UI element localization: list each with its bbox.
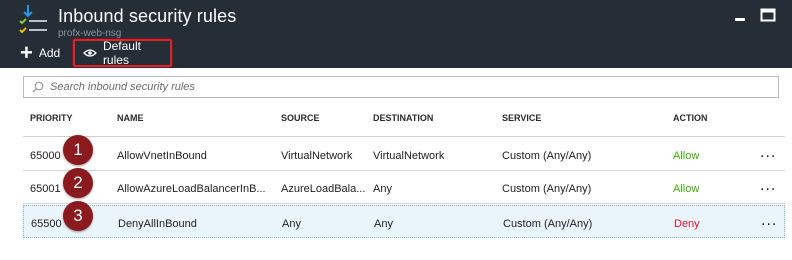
column-header-priority[interactable]: PRIORITY: [30, 113, 73, 123]
callout-badge: 2: [63, 168, 93, 198]
page-subtitle: profx-web-nsg: [58, 28, 122, 39]
default-rules-label: Default rules: [102, 39, 141, 67]
action-cell: Deny: [674, 218, 700, 230]
add-button[interactable]: + Add: [20, 40, 60, 66]
add-button-label: Add: [38, 46, 61, 60]
name-cell: AllowAzureLoadBalancerInB...: [117, 183, 266, 195]
more-options-icon[interactable]: ...: [760, 144, 776, 162]
maximize-icon[interactable]: [760, 8, 776, 22]
page-title: Inbound security rules: [58, 6, 237, 26]
eye-icon: [83, 49, 97, 57]
destination-cell: Any: [373, 183, 392, 195]
service-cell: Custom (Any/Any): [503, 218, 593, 230]
callout-badge: 3: [63, 201, 93, 231]
security-rules-icon: [19, 5, 47, 34]
column-header-action[interactable]: ACTION: [673, 113, 708, 123]
source-cell: AzureLoadBala...: [281, 183, 366, 195]
plus-icon: +: [20, 40, 33, 65]
callout-badge: 1: [63, 135, 93, 165]
priority-cell: 65001: [30, 183, 61, 195]
header-divider: [23, 136, 785, 137]
destination-cell: Any: [374, 218, 393, 230]
more-options-icon[interactable]: ...: [760, 177, 776, 195]
source-cell: Any: [282, 218, 301, 230]
search-box[interactable]: [23, 76, 779, 98]
source-cell: VirtualNetwork: [281, 150, 353, 162]
inbound-security-rules-blade: Inbound security rules profx-web-nsg + A…: [0, 0, 792, 260]
service-cell: Custom (Any/Any): [502, 183, 592, 195]
blade-header: Inbound security rules profx-web-nsg + A…: [0, 0, 792, 68]
name-cell: AllowVnetInBound: [117, 150, 207, 162]
search-input[interactable]: [50, 81, 750, 93]
column-header-destination[interactable]: DESTINATION: [373, 113, 433, 123]
minimize-icon[interactable]: [732, 8, 748, 22]
table-row[interactable]: 65001 AllowAzureLoadBalancerInB... Azure…: [23, 171, 785, 204]
name-cell: DenyAllInBound: [118, 218, 197, 230]
table-row-selected[interactable]: 65500 DenyAllInBound Any Any Custom (Any…: [23, 205, 785, 238]
column-header-source[interactable]: SOURCE: [281, 113, 320, 123]
action-cell: Allow: [673, 183, 700, 195]
action-cell: Allow: [673, 150, 700, 162]
column-header-service[interactable]: SERVICE: [502, 113, 541, 123]
table-row[interactable]: 65000 AllowVnetInBound VirtualNetwork Vi…: [23, 138, 785, 171]
more-options-icon[interactable]: ...: [761, 212, 777, 230]
search-icon: [32, 81, 44, 93]
priority-cell: 65500: [31, 218, 62, 230]
priority-cell: 65000: [30, 150, 61, 162]
default-rules-button[interactable]: Default rules: [73, 39, 172, 67]
destination-cell: VirtualNetwork: [373, 150, 445, 162]
service-cell: Custom (Any/Any): [502, 150, 592, 162]
column-header-name[interactable]: NAME: [117, 113, 144, 123]
